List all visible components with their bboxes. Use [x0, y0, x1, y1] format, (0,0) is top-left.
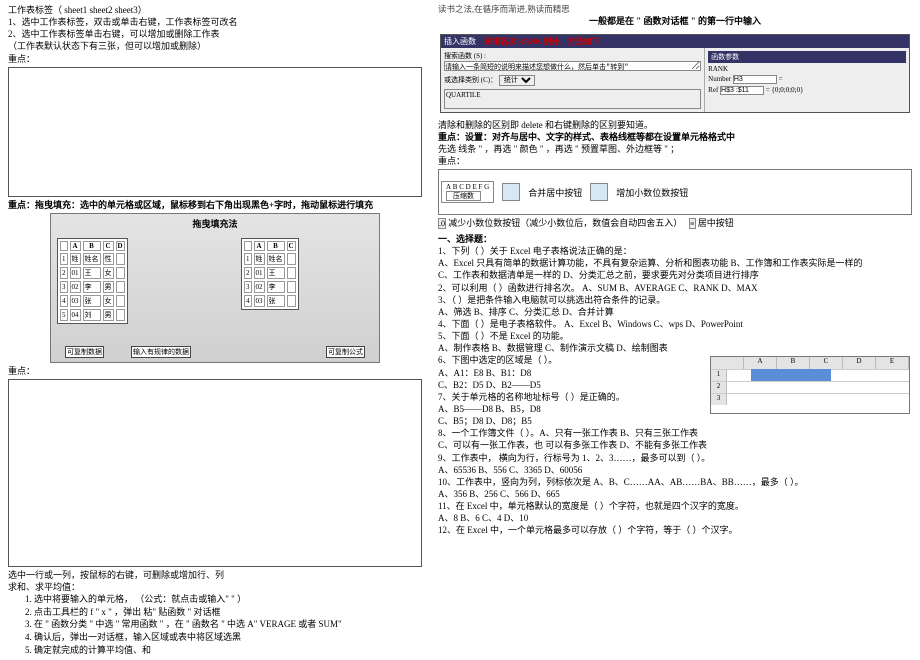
toolbar-illustration: A B C D E F G压缩数 合并居中按钮 增加小数位数按钮: [438, 169, 912, 215]
q1-opts-b: C、工作表和数据清单是一样的 D、分类汇总之前，要求要先对分类项目进行排序: [438, 269, 912, 281]
page-header-quote: 读书之法,在循序而渐进,熟读而精思: [438, 4, 912, 15]
tip3: （工作表默认状态下有三张，但可以增加或删除）: [8, 40, 422, 52]
fig-label-2: 输入有规律的数据: [131, 346, 191, 358]
q7-opts-b: C、B5；D8 D、D8；B5: [438, 415, 912, 427]
step-3: 在 " 函数分类 " 中选 " 常用函数 " ，在 " 函数名 " 中选 A" …: [34, 618, 422, 631]
rank-method-note: 来排名次 RANK 例外，方法如下：: [484, 37, 608, 46]
sum-avg-title: 求和、求平均值：: [8, 581, 422, 593]
btn-row-2: .0 减少小数位数按钮（减少小数位后，数值会自动四舍五入） ≡ 居中按钮: [438, 217, 912, 230]
category-label: 或选择类别 (C)：: [444, 76, 497, 84]
tip2: 2、选中工作表标签单击右键，可以增加或删除工作表: [8, 28, 422, 40]
step-1: 选中将要输入的单元格， （公式：就点击或输入" " ）: [34, 593, 422, 606]
q5-opts: A、制作表格 B、数据管理 C、制作演示文稿 D、绘制图表: [438, 342, 912, 354]
ref-input[interactable]: [720, 86, 764, 95]
increase-decimal-icon: [590, 183, 608, 201]
line-color-tip: 先选 线条 " ，再选 " 颜色 " ，再选 " 预置草图、外边框等 " ；: [438, 143, 912, 155]
merge-center-label: 合并居中按钮: [528, 186, 582, 199]
format-cell-keypoint: 重点：设置：对齐与居中、文字的样式、表格线框等都在设置单元格格式中: [438, 131, 912, 143]
selection-figure: ABCDE 1 2 3: [710, 356, 910, 414]
blank-box-1: [8, 67, 422, 197]
tip1: 1、选中工作表标签，双击或单击右键，工作表标签可改名: [8, 16, 422, 28]
figure-title: 拖曳填充法: [51, 214, 379, 233]
q2: 2、可以利用（ ）函数进行排名次。 A、SUM B、AVERAGE C、RANK…: [438, 282, 912, 294]
mini-sheet-2: ABC 1姓姓名 201王 302李 403张: [241, 238, 299, 310]
q10: 10、工作表中，竖向为列，列标依次是 A、B、C……AA、AB……BA、BB………: [438, 476, 912, 488]
number-input[interactable]: [733, 75, 777, 84]
delete-diff-note: 清除和删除的区别即 delete 和右键删除的区别要知道。: [438, 119, 912, 131]
q5: 5、下面（ ）不是 Excel 的功能。: [438, 330, 912, 342]
dialog-title: 插入函数: [444, 37, 476, 46]
args-panel-title: 函数参数: [708, 51, 906, 63]
rank-label: RANK: [708, 65, 728, 73]
fig-label-1: 可复制数据: [65, 346, 104, 358]
q3-opts: A、筛选 B、排序 C、分类汇总 D、合并计算: [438, 306, 912, 318]
row-col-tip: 选中一行或一列，按鼠标的右键，可删除或增加行、列: [8, 569, 422, 581]
steps-list: 选中将要输入的单元格， （公式：就点击或输入" " ） 点击工具栏的 f " x…: [8, 593, 422, 656]
q1-opts-a: A、Excel 只具有简单的数据计算功能，不具有复杂运算、分析和图表功能 B、工…: [438, 257, 912, 269]
q10-opts: A、356 B、256 C、566 D、665: [438, 488, 912, 500]
q8-opts: C、可以有一张工作表，也 可以有多张工作表 D、不能有多张工作表: [438, 439, 912, 451]
increase-decimal-label: 增加小数位数按钮: [616, 186, 688, 199]
insert-function-dialog: 插入函数 来排名次 RANK 例外，方法如下： 搜索函数 (S) : 请输入一条…: [440, 34, 910, 113]
q9: 9、工作表中， 横向为行，行标号为 1、2、3……，最多可以到（ ）。: [438, 452, 912, 464]
fig-label-3: 可复制公式: [326, 346, 365, 358]
merge-center-icon: [502, 183, 520, 201]
function-listbox[interactable]: QUARTILE: [444, 89, 701, 109]
center-align-label: 居中按钮: [698, 218, 734, 228]
q4: 4、下面（ ）是电子表格软件。 A、Excel B、Windows C、wps …: [438, 318, 912, 330]
category-select[interactable]: 统计: [499, 75, 535, 86]
search-hint-box[interactable]: 请输入一条简短的说明来描述您想做什么，然后单击"转到": [444, 61, 701, 71]
blank-box-2: [8, 379, 422, 567]
center-align-icon: ≡: [689, 218, 696, 229]
keypoint-label: 重点：: [8, 54, 35, 64]
section-title: 一、选择题：: [438, 233, 912, 245]
q12: 12、在 Excel 中，一个单元格最多可以存放（ ）个字符，等于（ ）个汉字。: [438, 524, 912, 536]
mini-table-header: A B C D E F G压缩数: [441, 181, 494, 203]
q8: 8、一个工作簿文件（ ）。A、只有一张工作表 B、只有三张工作表: [438, 427, 912, 439]
number-label: Number: [708, 75, 731, 83]
decrease-decimal-icon: .0: [438, 218, 446, 229]
q11-opts: A、8 B、6 C、4 D、10: [438, 512, 912, 524]
drag-fill-desc: 重点：拖曳填充：选中的单元格或区域，鼠标移到右下角出现黑色+字时，拖动鼠标进行填…: [8, 199, 422, 211]
q3: 3、（ ）是把条件输入电脑就可以挑选出符合条件的记录。: [438, 294, 912, 306]
decrease-decimal-label: 减少小数位数按钮（减少小数位后，数值会自动四舍五入）: [448, 218, 682, 228]
drag-fill-text: 重点：拖曳填充：选中的单元格或区域，鼠标移到右下角出现黑色+字时，拖动鼠标进行填…: [8, 200, 373, 210]
step-4: 确认后，弹出一对话框，输入区域或表中将区域选黑: [34, 631, 422, 644]
step-2: 点击工具栏的 f " x " ，弹出 粘" 贴函数 " 对话框: [34, 606, 422, 619]
keypoint-label-2: 重点：: [8, 366, 35, 376]
drag-fill-figure: 拖曳填充法 ABCD 1姓姓名性 201王女 302李男 403张女 504刘男…: [50, 213, 380, 363]
mini-sheet-1: ABCD 1姓姓名性 201王女 302李男 403张女 504刘男: [57, 238, 128, 324]
q9-opts: A、65536 B、556 C、3365 D、60056: [438, 464, 912, 476]
sheet-tab-desc: 工作表标签（ sheet1 sheet2 sheet3）: [8, 4, 422, 16]
search-func-label: 搜索函数 (S) :: [444, 51, 701, 61]
q1: 1、下列（ ）关于 Excel 电子表格说法正确的是：: [438, 245, 912, 257]
func-dialog-tip: 一般都是在 " 函数对话框 " 的第一行中输入: [438, 15, 912, 27]
keypoint-label-3: 重点：: [438, 156, 465, 166]
ref-label: Ref: [708, 86, 718, 94]
q11: 11、在 Excel 中，单元格默认的宽度是（ ）个字符，也就是四个汉字的宽度。: [438, 500, 912, 512]
